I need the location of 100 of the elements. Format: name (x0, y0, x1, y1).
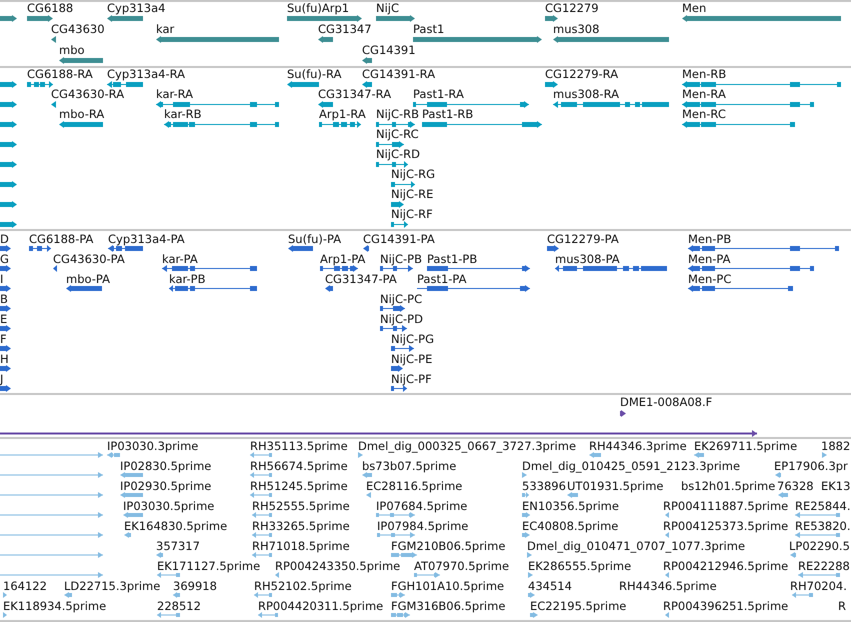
feature-label: CG43630-PA (53, 253, 125, 265)
feature-label: RH52102.5prime (254, 580, 352, 592)
feature-label: mbo-RA (59, 108, 104, 120)
feature-label: bs12h01.5prime (681, 480, 776, 492)
feature-label: EK118934.5prime (3, 600, 106, 612)
feature-label: mus308-PA (555, 253, 620, 265)
feature-label: EC40808.5prime (522, 520, 618, 532)
feature-label: R (838, 600, 846, 612)
feature-label: B (0, 293, 8, 305)
feature-label: Men-PC (688, 273, 732, 285)
feature-label: CG14391-PA (363, 233, 435, 245)
feature-label: RP004111887.5prime (663, 500, 788, 512)
feature-label: RH56674.5prime (250, 460, 348, 472)
feature-label: CG6188 (27, 2, 74, 14)
feature-label: Men-RA (682, 88, 726, 100)
feature-label: EK171127.5prime (157, 560, 260, 572)
feature-label: IP02930.5prime (120, 480, 212, 492)
feature-label: RP004396251.5prime (663, 600, 788, 612)
feature-label: RP004212946.5prime (663, 560, 788, 572)
feature-label: CG12279-RA (545, 68, 618, 80)
feature-label: RH52555.5prime (252, 500, 350, 512)
feature-label: EC22195.5prime (530, 600, 626, 612)
feature-label: RH35113.5prime (250, 440, 348, 452)
feature-label: bs73b07.5prime (362, 460, 456, 472)
feature-label: mus308 (553, 23, 600, 35)
feature-label: RP004243350.5prime (275, 560, 400, 572)
feature-label: CG43630-RA (51, 88, 124, 100)
feature-label: NijC-PB (380, 253, 422, 265)
feature-label: IP02830.5prime (120, 460, 212, 472)
feature-label: RE22288 (798, 560, 850, 572)
feature-label: kar-PB (169, 273, 206, 285)
feature-label: IP03030.5prime (123, 500, 214, 512)
feature-label: Dmel_dig_000325_0667_3727.3prime (358, 440, 576, 452)
feature-label: LD22715.3prime (64, 580, 160, 592)
feature-label: EC28116.5prime (366, 480, 462, 492)
feature-label: kar (156, 23, 174, 35)
feature-label: D (0, 233, 9, 245)
feature-label: CG31347-PA (325, 273, 397, 285)
feature-label: I (0, 273, 4, 285)
feature-label: CG6188-PA (29, 233, 94, 245)
feature-label: Dmel_dig_010425_0591_2123.3prime (522, 460, 740, 472)
feature-label: RH51245.5prime (250, 480, 348, 492)
feature-label: FGM210B06.5prime (391, 540, 506, 552)
feature-label: 369918 (173, 580, 217, 592)
feature-label: FGM316B06.5prime (391, 600, 506, 612)
feature-label: EK164830.5prime (124, 520, 228, 532)
feature-label: IP07684.5prime (376, 500, 468, 512)
feature-label: Su(fu)Arp1 (287, 2, 350, 14)
feature-label: H (0, 353, 9, 365)
feature-label: NijC-PE (391, 353, 432, 365)
feature-label: Men-PA (688, 253, 731, 265)
feature-label: NijC-PC (380, 293, 422, 305)
feature-label: NijC-PD (380, 313, 423, 325)
feature-label: EN10356.5prime (522, 500, 619, 512)
feature-label: F (0, 333, 7, 345)
feature-label: Su(fu)-PA (288, 233, 342, 245)
feature-label: CG6188-RA (27, 68, 93, 80)
feature-label: CG31347 (318, 23, 372, 35)
feature-label: RH33265.5prime (252, 520, 350, 532)
feature-label: RE25844. (795, 500, 850, 512)
feature-label: 434514 (528, 580, 572, 592)
feature-label: RH70204. (790, 580, 847, 592)
feature-label: 228512 (157, 600, 201, 612)
feature-label: RE53820. (795, 520, 850, 532)
feature-label: Men (682, 2, 706, 14)
feature-label: CG14391 (362, 44, 416, 56)
feature-label: EK13 (821, 480, 850, 492)
feature-label: 164122 (3, 580, 47, 592)
feature-label: RP004125373.5prime (663, 520, 788, 532)
feature-label: RH44346.5prime (619, 580, 717, 592)
feature-label: mus308-RA (553, 88, 619, 100)
feature-label: Arp1-RA (319, 108, 366, 120)
feature-label: Past1 (413, 23, 444, 35)
feature-label: G (0, 253, 9, 265)
feature-label: RH44346.3prime (589, 440, 687, 452)
feature-label: Dmel_dig_010471_0707_1077.3prime (527, 540, 746, 552)
feature-label: Cyp313a4-RA (107, 68, 185, 80)
feature-label: Men-RB (682, 68, 726, 80)
feature-label: E (0, 313, 8, 325)
feature-label: IP03030.3prime (107, 440, 198, 452)
feature-label: NijC-RC (376, 128, 419, 140)
feature-label: RP004420311.5prime (258, 600, 384, 612)
feature-label: Cyp313a4-PA (108, 233, 185, 245)
feature-label: Su(fu)-RA (287, 68, 342, 80)
feature-label: Arp1-PA (320, 253, 366, 265)
feature-label: FGH101A10.5prime (391, 580, 504, 592)
feature-label: CG43630 (51, 23, 105, 35)
feature-label: DME1-008A08.F (620, 396, 712, 408)
feature-label: Past1-PA (417, 273, 466, 285)
feature-label: CG12279 (545, 2, 599, 14)
feature-label: EP17906.3pr (774, 460, 848, 472)
feature-label: NijC-PF (391, 373, 432, 385)
feature-label: CG12279-PA (547, 233, 619, 245)
feature-label: Cyp313a4 (107, 2, 166, 14)
feature-label: LP02290.5 (789, 540, 850, 552)
feature-label: UT01931.5prime (567, 480, 664, 492)
feature-label: NijC-PG (391, 333, 434, 345)
feature-label: IP07984.5prime (377, 520, 468, 532)
feature-label: EK286555.5prime (528, 560, 632, 572)
feature-label: Men-RC (682, 108, 726, 120)
